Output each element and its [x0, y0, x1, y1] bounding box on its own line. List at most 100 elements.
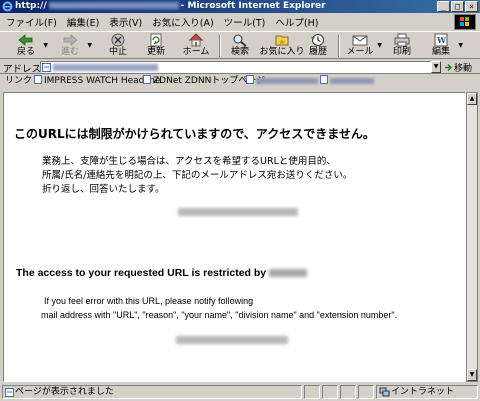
minimize-button[interactable]: _	[437, 1, 450, 12]
refresh-label: 更新	[146, 47, 165, 57]
favorites-label: お気に入り	[259, 47, 305, 57]
svg-text:W: W	[436, 35, 447, 45]
window-title: http:// - Microsoft Internet Explorer	[15, 0, 326, 13]
scroll-down-icon[interactable]: ▼	[467, 369, 477, 381]
title-suffix: - Microsoft Internet Explorer	[180, 1, 326, 11]
home-button[interactable]: ホーム	[178, 32, 214, 59]
home-icon	[188, 33, 204, 47]
go-arrow-icon	[445, 63, 453, 72]
favorites-button[interactable]: お気に入り	[259, 32, 305, 59]
history-button[interactable]: 履歴	[300, 32, 336, 59]
status-panel-4	[358, 385, 374, 399]
go-label: 移動	[454, 64, 473, 74]
edit-dropdown-icon[interactable]: ▼	[458, 42, 463, 49]
forward-dropdown-icon[interactable]: ▼	[87, 42, 92, 49]
print-label: 印刷	[392, 47, 411, 57]
links-label: リンク	[5, 76, 33, 86]
status-panel-2	[322, 385, 338, 399]
security-zone-panel: イントラネット	[376, 385, 478, 399]
menu-favorites[interactable]: お気に入り(A)	[152, 15, 213, 29]
favorites-icon	[275, 35, 289, 46]
address-dropdown-icon[interactable]: ▼	[431, 61, 441, 73]
edit-button[interactable]: W 編集 ▼	[423, 32, 463, 59]
close-button[interactable]: ×	[465, 1, 478, 12]
refresh-icon	[150, 33, 162, 47]
en-line-1: If you feel error with this URL, please …	[44, 296, 254, 306]
jp-line-3: 折り返し、回答いたします。	[42, 184, 165, 195]
menu-bar: ファイル(F) 編集(E) 表示(V) お気に入り(A) ツール(T) ヘルプ(…	[0, 14, 480, 30]
link-page-icon	[246, 75, 254, 84]
search-button[interactable]: 検索	[222, 32, 258, 59]
status-panel-1	[304, 385, 320, 399]
history-icon	[311, 34, 324, 46]
status-text: ページが表示されました	[15, 387, 114, 397]
back-dropdown-icon[interactable]: ▼	[43, 42, 48, 49]
windows-logo-throbber	[454, 14, 476, 30]
blurred-link-text	[256, 77, 318, 84]
en-heading-text: The access to your requested URL is rest…	[16, 267, 267, 279]
history-label: 履歴	[308, 47, 327, 57]
menu-help[interactable]: ヘルプ(H)	[275, 15, 318, 29]
go-button[interactable]: 移動	[444, 61, 472, 74]
address-input[interactable]	[40, 61, 431, 73]
title-bar: http:// - Microsoft Internet Explorer _ □…	[0, 0, 480, 13]
menu-file[interactable]: ファイル(F)	[6, 15, 57, 29]
menu-tools[interactable]: ツール(T)	[224, 15, 266, 29]
link-page-icon	[320, 75, 328, 84]
zone-label: イントラネット	[391, 387, 455, 397]
stop-label: 中止	[108, 47, 127, 57]
print-button[interactable]: 印刷	[384, 32, 420, 59]
print-icon	[394, 33, 410, 47]
vertical-scrollbar[interactable]: ▲ ▼	[466, 92, 478, 382]
status-panel-3	[340, 385, 356, 399]
forward-button[interactable]: 進む ▼	[52, 32, 92, 59]
link-blurred-2[interactable]	[320, 75, 374, 88]
maximize-button[interactable]: □	[451, 1, 464, 12]
standard-toolbar: 戻る ▼ 進む ▼ 中止 更新 ホーム 検索 お気に入り 履歴 メール ▼ 印刷	[0, 31, 480, 59]
en-heading: The access to your requested URL is rest…	[16, 267, 308, 279]
toolbar-separator	[338, 35, 340, 57]
blurred-address	[53, 64, 158, 71]
page-done-icon	[5, 388, 14, 397]
search-label: 検索	[230, 47, 249, 57]
mail-dropdown-icon[interactable]: ▼	[377, 42, 382, 49]
blurred-email-jp	[178, 208, 298, 216]
windows-flag-icon	[460, 17, 469, 26]
toolbar-separator	[219, 35, 221, 57]
page-icon	[42, 63, 51, 72]
forward-label: 進む	[60, 47, 79, 57]
jp-line-1: 業務上、支障が生じる場合は、アクセスを希望するURLと使用目的、	[42, 156, 336, 167]
en-line-2: mail address with "URL", "reason", "your…	[41, 310, 398, 320]
word-edit-icon: W	[434, 33, 448, 47]
jp-line-2: 所属/氏名/連絡先を明記の上、下記のメールアドレス宛お送りください。	[42, 170, 353, 181]
forward-arrow-icon	[63, 34, 78, 46]
link-blurred-1[interactable]	[246, 75, 318, 88]
link-page-icon	[34, 75, 42, 84]
refresh-button[interactable]: 更新	[138, 32, 174, 59]
jp-heading: このURLには制限がかけられていますので、アクセスできません。	[14, 127, 375, 141]
links-bar: リンク IMPRESS WATCH Headline ZDNet ZDNNトップ…	[0, 75, 480, 88]
window-controls: _ □ ×	[437, 1, 478, 12]
back-label: 戻る	[16, 47, 35, 57]
ie-logo-icon	[2, 1, 13, 12]
home-label: ホーム	[182, 47, 210, 57]
blurred-link-text	[330, 77, 374, 84]
blurred-url	[48, 2, 179, 9]
search-icon	[233, 34, 247, 47]
back-button[interactable]: 戻る ▼	[8, 32, 48, 59]
mail-icon	[352, 35, 368, 46]
status-text-panel: ページが表示されました	[2, 385, 302, 399]
stop-button[interactable]: 中止	[100, 32, 136, 59]
link-impress-watch[interactable]: IMPRESS WATCH Headline	[34, 75, 161, 88]
menu-view[interactable]: 表示(V)	[109, 15, 142, 29]
mail-button[interactable]: メール ▼	[342, 32, 382, 59]
menu-edit[interactable]: 編集(E)	[67, 15, 99, 29]
blurred-company	[269, 269, 308, 278]
title-prefix: http://	[15, 1, 47, 11]
back-arrow-icon	[18, 34, 33, 46]
scroll-up-icon[interactable]: ▲	[467, 93, 477, 105]
status-bar: ページが表示されました イントラネット	[0, 384, 480, 401]
intranet-zone-icon	[379, 387, 390, 397]
address-bar: アドレス(D) ▼ 移動	[0, 60, 480, 75]
edit-label: 編集	[431, 47, 450, 57]
